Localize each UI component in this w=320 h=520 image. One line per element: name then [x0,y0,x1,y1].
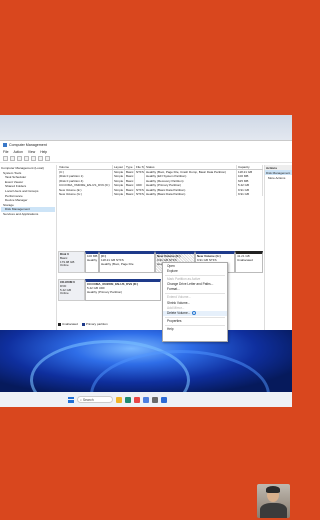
context-menu: Open Explore Mark Partition as Active Chang… [162,262,228,342]
title-bar: Computer Management [0,141,292,149]
partition-c[interactable]: (C:) 118.21 GB NTFS Healthy (Boot, Page … [99,251,155,273]
legend-primary-label: Primary partition [85,322,108,326]
actions-pane: Actions Disk Management More Actions [264,165,292,331]
menu-separator [165,316,225,318]
volume-table: Volume Layout Type File System Status Ca… [58,165,263,229]
cell-layout: Simple [114,191,125,197]
back-icon[interactable] [3,156,8,161]
col-type[interactable]: Type [125,165,135,169]
partition-status: Healthy (Primary Partition) [87,289,123,294]
refresh-icon[interactable] [38,156,43,161]
menu-separator [165,275,225,277]
orange-bottom-band [0,407,292,520]
legend-unallocated-label: Unallocated [62,322,78,326]
search-box[interactable]: ⌕ Search [77,396,113,403]
context-menu-item[interactable]: Format... [163,287,227,292]
partition-status: Healthy (EFI [87,257,98,262]
start-icon[interactable] [68,396,74,403]
partition-status: Unallocated [237,257,253,262]
presenter-body [260,503,287,518]
menu-file[interactable]: File [3,150,8,154]
properties-icon[interactable] [24,156,29,161]
col-file-system[interactable]: File System [135,165,145,169]
disk-0-row: Disk 0 Basic 179.98 GB Online 100 MB Hea… [58,251,263,273]
cell-volume: New Volume (G:) [58,191,113,197]
navigation-tree: Computer Management (Local) System Tools… [0,165,57,331]
table-row[interactable]: New Volume (G:) Simple Basic NTFS Health… [58,191,263,197]
forward-icon[interactable] [10,156,15,161]
search-icon: ⌕ [80,397,82,402]
app-icon [3,143,7,147]
help-icon[interactable] [31,156,36,161]
cdrom-label[interactable]: CD-ROM 0 DVD 5.42 GB Online [58,279,85,301]
computer-management-window: Computer Management File Action View Hel… [0,140,292,331]
cdrom-row: CD-ROM 0 DVD 5.42 GB Online CCCOMA_X64FR… [58,279,263,301]
legend-primary: Primary partition [81,322,108,326]
tree-item-services[interactable]: Services and Applications [1,212,55,217]
actions-disk-management[interactable]: Disk Management [265,170,292,175]
disk-graphical-view: Disk 0 Basic 179.98 GB Online 100 MB Hea… [58,251,263,321]
file-explorer-icon[interactable] [116,396,122,403]
delete-icon[interactable] [45,156,50,161]
legend: Unallocated Primary partition [58,322,108,326]
menu-separator [165,324,225,326]
chrome-icon[interactable] [143,396,149,403]
app-icon[interactable] [161,396,167,403]
taskbar: ⌕ Search [0,392,292,407]
window-title: Computer Management [9,143,47,147]
disk-0-label[interactable]: Disk 0 Basic 179.98 GB Online [58,251,85,273]
disk-0-status: Online [60,263,69,268]
menu-separator [165,293,225,295]
context-menu-item-delete-volume[interactable]: Delete Volume... [163,310,227,316]
presenter-hair [266,486,280,493]
col-status[interactable]: Status [145,165,237,169]
cursor-icon [192,310,197,315]
edge-icon[interactable] [125,396,131,403]
context-menu-item[interactable]: Properties [163,319,227,324]
presenter-webcam [257,484,290,518]
cell-capacity: 9.91 GB [237,191,263,197]
context-menu-item[interactable]: Help [163,327,227,332]
toolbar [0,155,292,163]
store-icon[interactable] [134,396,140,403]
desktop-wallpaper [0,330,292,392]
menu-action[interactable]: Action [13,150,22,154]
cell-status: Healthy (Basic Data Partition) [145,191,237,197]
desktop-top-edge [0,115,292,140]
col-capacity[interactable]: Capacity [237,165,263,169]
cell-type: Basic [126,191,135,197]
col-layout[interactable]: Layout [113,165,125,169]
partition-efi[interactable]: 100 MB Healthy (EFI [85,251,99,273]
cell-fs: NTFS [136,191,145,197]
up-icon[interactable] [17,156,22,161]
menu-view[interactable]: View [28,150,35,154]
cdrom-status: Online [60,291,69,296]
partition-unallocated[interactable]: 41.21 GB Unallocated [235,251,263,273]
actions-more[interactable]: More Actions [265,175,292,180]
legend-unallocated: Unallocated [58,322,78,326]
col-volume[interactable]: Volume [58,165,113,169]
search-placeholder: Search [82,397,94,402]
orange-top-band [0,0,292,115]
partition-status: Healthy (Boot, Page File [101,261,134,266]
settings-icon[interactable] [152,396,158,403]
menu-help[interactable]: Help [40,150,47,154]
context-menu-item[interactable]: Explore [163,269,227,274]
partition-cdrom[interactable]: CCCOMA_X64FRE_EN-US_DV9 (D:) 5.42 GB UDF… [85,279,161,301]
